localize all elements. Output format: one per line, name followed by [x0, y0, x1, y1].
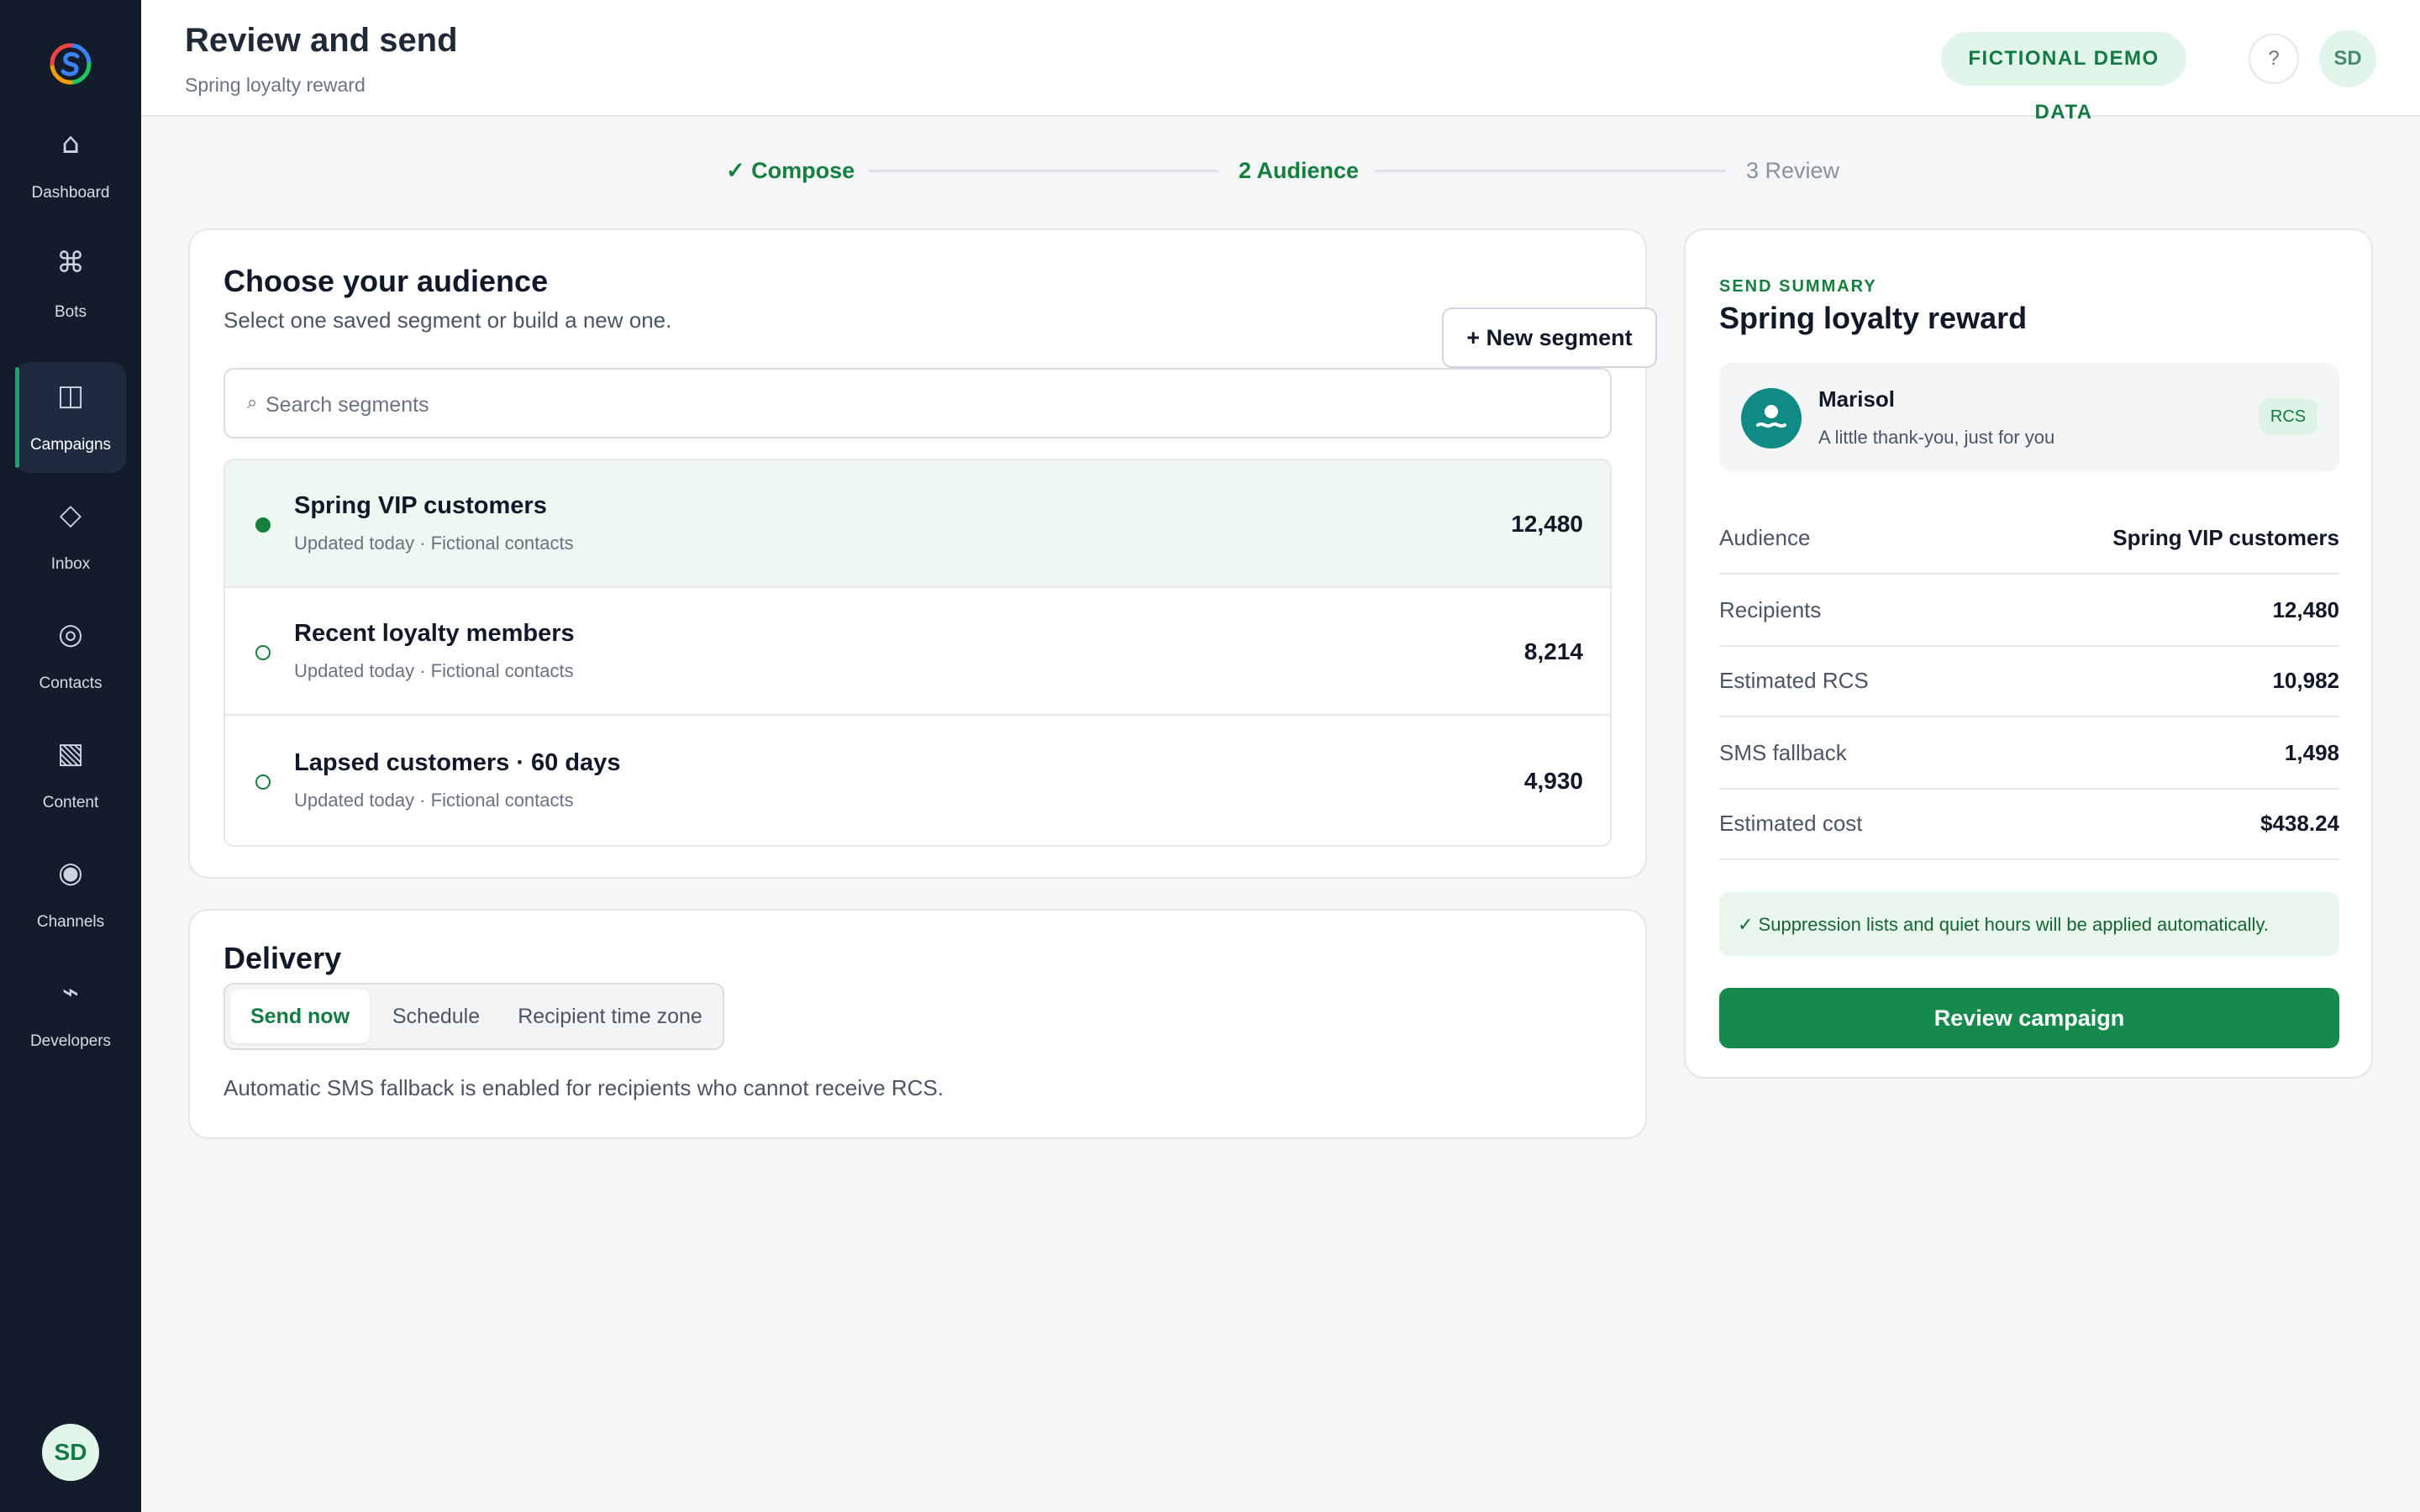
- step-connector: [1375, 170, 1726, 172]
- delivery-note: Automatic SMS fallback is enabled for re…: [224, 1075, 944, 1100]
- sidebar-item-dashboard[interactable]: ⌂ Dashboard: [15, 110, 126, 221]
- summary-value: 1,498: [2284, 740, 2339, 765]
- summary-row-estimated-cost: Estimated cost $438.24: [1719, 788, 2339, 860]
- segment-name: Recent loyalty members: [294, 620, 575, 647]
- sidebar-item-label: Developers: [29, 1032, 112, 1050]
- sidebar-item-campaigns[interactable]: ◫ Campaigns: [15, 362, 126, 473]
- sidebar-item-label: Channels: [36, 913, 105, 931]
- segment-row[interactable]: Spring VIP customers Updated today · Fic…: [225, 460, 1610, 588]
- tab-recipient-time-zone[interactable]: Recipient time zone: [502, 990, 718, 1043]
- sender-preview: Marisol A little thank-you, just for you…: [1719, 363, 2339, 472]
- lightning-icon: ⌁: [61, 975, 80, 1009]
- sidebar: ⌂ Dashboard ⌘ Bots ◫ Campaigns ◇ Inbox ◎…: [0, 0, 141, 1512]
- diamond-icon: ◇: [59, 498, 82, 532]
- user-avatar[interactable]: SD: [42, 1424, 99, 1481]
- delivery-card: Delivery Send now Schedule Recipient tim…: [188, 909, 1647, 1139]
- summary-label: SMS fallback: [1719, 740, 1847, 765]
- page-header: Review and send Spring loyalty reward FI…: [141, 0, 2420, 123]
- delivery-tabs: Send now Schedule Recipient time zone: [224, 983, 724, 1050]
- sidebar-item-channels[interactable]: ◉ Channels: [15, 839, 126, 950]
- notice-text: ✓ Suppression lists and quiet hours will…: [1738, 914, 2269, 935]
- audience-title: Choose your audience: [224, 264, 549, 298]
- step-compose[interactable]: ✓ Compose: [726, 156, 855, 185]
- segment-list: Spring VIP customers Updated today · Fic…: [224, 459, 1612, 847]
- summary-value: $438.24: [2260, 811, 2339, 836]
- segment-count: 4,930: [1523, 768, 1583, 794]
- summary-title: Spring loyalty reward: [1719, 301, 2028, 335]
- sidebar-item-inbox[interactable]: ◇ Inbox: [15, 481, 126, 592]
- summary-eyebrow: SEND SUMMARY: [1719, 277, 1877, 296]
- segment-meta: Updated today · Fictional contacts: [294, 533, 574, 554]
- sidebar-item-label: Content: [42, 794, 99, 811]
- segment-row[interactable]: Lapsed customers · 60 days Updated today…: [225, 717, 1610, 845]
- segment-count: 12,480: [1511, 511, 1583, 537]
- audience-card: Choose your audience Select one saved se…: [188, 228, 1657, 879]
- demo-data-badge: FICTIONAL DEMO DATA: [1941, 32, 2186, 123]
- sidebar-item-bots[interactable]: ⌘ Bots: [15, 229, 126, 340]
- sender-message: A little thank-you, just for you: [1818, 427, 2055, 448]
- sidebar-item-label: Contacts: [39, 675, 103, 692]
- segment-meta: Updated today · Fictional contacts: [294, 660, 574, 681]
- radio-selected-icon[interactable]: [255, 517, 271, 533]
- summary-value: 10,982: [2272, 668, 2339, 693]
- new-segment-button[interactable]: + New segment: [1442, 307, 1657, 368]
- segment-name: Spring VIP customers: [294, 492, 547, 519]
- summary-row-audience: Audience Spring VIP customers: [1719, 502, 2339, 575]
- sender-avatar-icon: [1741, 388, 1802, 449]
- sidebar-item-developers[interactable]: ⌁ Developers: [15, 958, 126, 1069]
- sender-name: Marisol: [1818, 386, 1896, 412]
- summary-row-recipients: Recipients 12,480: [1719, 575, 2339, 647]
- sidebar-item-label: Campaigns: [29, 436, 112, 454]
- summary-label: Estimated RCS: [1719, 668, 1869, 693]
- review-campaign-button[interactable]: Review campaign: [1719, 988, 2339, 1048]
- sidebar-item-label: Dashboard: [31, 184, 110, 202]
- segment-meta: Updated today · Fictional contacts: [294, 790, 574, 811]
- help-button[interactable]: ?: [2249, 34, 2299, 84]
- radio-unselected-icon[interactable]: [255, 645, 271, 660]
- audience-subtitle: Select one saved segment or build a new …: [224, 307, 672, 333]
- radio-unselected-icon[interactable]: [255, 774, 271, 790]
- home-icon: ⌂: [61, 127, 80, 160]
- summary-label: Recipients: [1719, 597, 1822, 622]
- page-subtitle: Spring loyalty reward: [185, 74, 366, 96]
- hatched-square-icon: ▧: [56, 737, 85, 770]
- header-avatar[interactable]: SD: [2319, 30, 2376, 87]
- segment-count: 8,214: [1523, 638, 1583, 664]
- segment-name: Lapsed customers · 60 days: [294, 749, 621, 776]
- sidebar-item-contacts[interactable]: ◎ Contacts: [15, 601, 126, 711]
- delivery-title: Delivery: [224, 941, 342, 975]
- search-input[interactable]: ⌕ Search segments: [224, 368, 1612, 438]
- sidebar-item-label: Bots: [54, 303, 87, 321]
- page-title: Review and send: [185, 22, 458, 59]
- tab-send-now[interactable]: Send now: [230, 990, 370, 1043]
- sidebar-item-label: Inbox: [50, 555, 91, 573]
- summary-value: 12,480: [2272, 597, 2339, 622]
- step-connector: [869, 170, 1218, 172]
- send-summary-card: SEND SUMMARY Spring loyalty reward Maris…: [1684, 228, 2373, 1079]
- radio-icon: ◉: [58, 856, 83, 890]
- channel-badge: RCS: [2259, 398, 2317, 435]
- summary-label: Estimated cost: [1719, 811, 1863, 836]
- brand-logo-icon[interactable]: [47, 40, 94, 87]
- segment-row[interactable]: Recent loyalty members Updated today · F…: [225, 588, 1610, 716]
- step-review: 3 Review: [1746, 158, 1840, 183]
- tab-schedule[interactable]: Schedule: [373, 990, 499, 1043]
- circle-icon: ◎: [58, 617, 83, 651]
- search-placeholder: Search segments: [266, 393, 429, 417]
- summary-row-estimated-rcs: Estimated RCS 10,982: [1719, 645, 2339, 717]
- suppression-notice: ✓ Suppression lists and quiet hours will…: [1719, 892, 2339, 956]
- sidebar-item-content[interactable]: ▧ Content: [15, 720, 126, 831]
- step-audience[interactable]: 2 Audience: [1239, 156, 1359, 185]
- command-icon: ⌘: [56, 246, 85, 280]
- columns-icon: ◫: [56, 379, 85, 412]
- search-icon: ⌕: [247, 392, 258, 413]
- summary-row-sms-fallback: SMS fallback 1,498: [1719, 717, 2339, 790]
- summary-value: Spring VIP customers: [2112, 525, 2339, 550]
- summary-label: Audience: [1719, 525, 1811, 550]
